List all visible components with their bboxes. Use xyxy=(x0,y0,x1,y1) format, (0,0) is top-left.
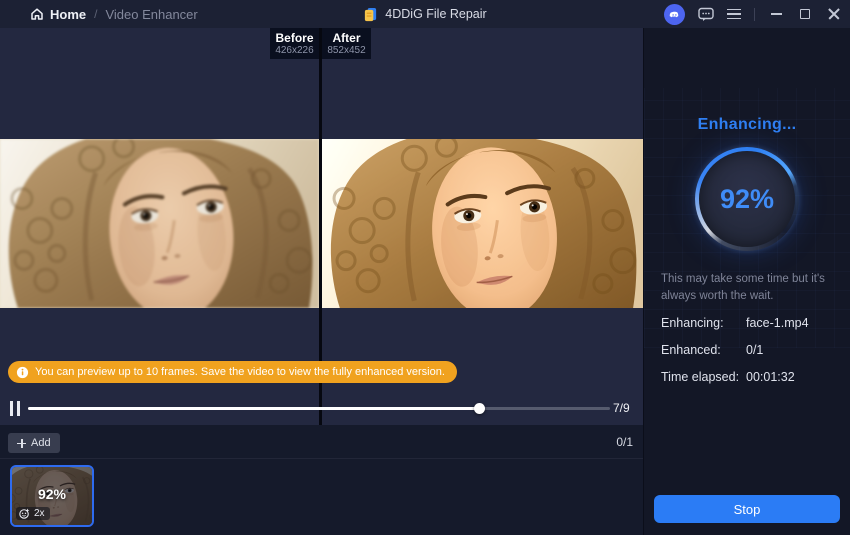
tray-divider xyxy=(0,458,643,459)
detail-label: Enhancing: xyxy=(661,316,746,330)
detail-value: 00:01:32 xyxy=(746,370,795,384)
minimize-icon xyxy=(771,13,782,15)
app-logo-icon xyxy=(363,7,378,22)
progress-percent: 92% xyxy=(720,184,774,215)
slider-handle[interactable] xyxy=(474,403,485,414)
discord-icon xyxy=(668,8,681,21)
discord-button[interactable] xyxy=(664,4,685,25)
progress-panel: Enhancing... 92% This may take some time… xyxy=(643,28,850,535)
preview-notice-text: You can preview up to 10 frames. Save th… xyxy=(35,366,445,378)
frame-slider[interactable] xyxy=(28,397,610,421)
maximize-button[interactable] xyxy=(797,6,813,22)
video-thumbnail[interactable]: 92% 2x xyxy=(10,465,94,527)
progress-ring-inner: 92% xyxy=(699,151,795,247)
breadcrumb-separator: / xyxy=(94,7,97,21)
pause-button[interactable] xyxy=(10,401,24,416)
file-queue: Add 0/1 92% 2x xyxy=(0,425,643,535)
close-icon xyxy=(828,8,840,20)
preview-notice-banner: You can preview up to 10 frames. Save th… xyxy=(8,361,457,383)
close-button[interactable] xyxy=(826,6,842,22)
info-icon xyxy=(16,366,29,379)
stop-button[interactable]: Stop xyxy=(654,495,840,523)
breadcrumb: Home / Video Enhancer xyxy=(0,7,198,22)
plus-icon xyxy=(17,439,26,448)
home-icon xyxy=(30,7,44,21)
before-tag: Before 426x226 xyxy=(270,28,319,59)
after-frame xyxy=(322,139,643,308)
menu-button[interactable] xyxy=(727,9,741,20)
home-label: Home xyxy=(50,7,86,22)
progress-details: Enhancing: face-1.mp4 Enhanced: 0/1 Time… xyxy=(661,316,841,397)
detail-row-elapsed: Time elapsed: 00:01:32 xyxy=(661,370,841,384)
after-resolution: 852x452 xyxy=(322,45,371,57)
maximize-icon xyxy=(800,9,810,19)
before-label: Before xyxy=(270,31,319,45)
detail-value: 0/1 xyxy=(746,343,763,357)
hamburger-icon xyxy=(727,9,741,20)
minimize-button[interactable] xyxy=(768,6,784,22)
thumbnail-scale: 2x xyxy=(34,508,45,519)
after-label: After xyxy=(322,31,371,45)
chat-icon xyxy=(698,7,714,22)
add-file-button[interactable]: Add xyxy=(8,433,60,453)
before-resolution: 426x226 xyxy=(270,45,319,57)
queue-count: 0/1 xyxy=(616,435,633,449)
detail-row-enhanced: Enhanced: 0/1 xyxy=(661,343,841,357)
face-model-icon xyxy=(19,508,30,519)
patience-note: This may take some time but it's always … xyxy=(661,271,839,304)
thumbnail-badge: 2x xyxy=(16,507,50,520)
thumbnail-progress: 92% xyxy=(12,486,92,502)
detail-value: face-1.mp4 xyxy=(746,316,809,330)
titlebar-controls xyxy=(664,0,842,28)
status-title: Enhancing... xyxy=(644,116,850,134)
before-frame xyxy=(0,139,319,308)
playback-controls: 7/9 xyxy=(0,397,643,423)
slider-fill xyxy=(28,407,479,410)
titlebar-divider xyxy=(754,8,755,21)
detail-label: Enhanced: xyxy=(661,343,746,357)
feedback-button[interactable] xyxy=(698,7,714,22)
frame-counter: 7/9 xyxy=(613,401,630,415)
titlebar: Home / Video Enhancer 4DDiG File Repair xyxy=(0,0,850,28)
breadcrumb-current: Video Enhancer xyxy=(105,7,197,22)
main-area: Before 426x226 After 852x452 You can pre… xyxy=(0,28,643,535)
progress-ring: 92% xyxy=(695,147,799,251)
app-title: 4DDiG File Repair xyxy=(385,7,486,21)
home-button[interactable]: Home xyxy=(30,7,86,22)
app-window: Home / Video Enhancer 4DDiG File Repair xyxy=(0,0,850,535)
after-tag: After 852x452 xyxy=(322,28,371,59)
detail-label: Time elapsed: xyxy=(661,370,746,384)
preview-area: Before 426x226 After 852x452 You can pre… xyxy=(0,28,643,425)
add-label: Add xyxy=(31,437,51,449)
detail-row-enhancing: Enhancing: face-1.mp4 xyxy=(661,316,841,330)
